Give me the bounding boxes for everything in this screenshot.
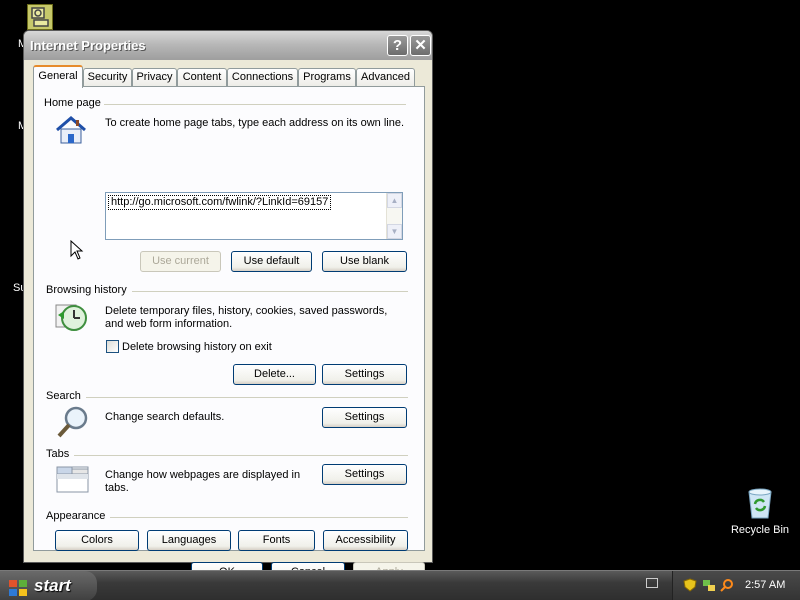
dialog-title: Internet Properties [30,38,146,53]
tab-content[interactable]: Content [177,68,227,87]
tab-connections[interactable]: Connections [227,68,298,87]
security-shield-icon[interactable] [683,578,697,592]
home-page-description: To create home page tabs, type each addr… [105,117,405,129]
close-button[interactable]: ✕ [410,35,431,56]
home-icon [54,115,88,148]
start-button[interactable]: start [0,571,97,600]
search-settings-button[interactable]: Settings [322,407,407,428]
recycle-bin-desktop-icon[interactable]: Recycle Bin [728,486,792,536]
search-description: Change search defaults. [105,411,225,423]
tab-privacy[interactable]: Privacy [132,68,177,87]
search-group-label: Search [46,390,81,402]
delete-history-on-exit-checkbox[interactable] [106,340,119,353]
title-bar[interactable]: Internet Properties ? ✕ [24,31,432,60]
general-tab-panel: Home page To create home page tabs, type… [33,86,425,551]
languages-button[interactable]: Languages [147,530,231,551]
scroll-up-icon[interactable]: ▲ [387,193,402,208]
network-tray-icon[interactable] [702,578,716,592]
tabs-description-line1: Change how webpages are displayed in [105,469,301,481]
home-page-url-value: http://go.microsoft.com/fwlink/?LinkId=6… [107,195,332,210]
magnifier-icon [56,405,90,442]
tab-programs[interactable]: Programs [298,68,356,87]
fonts-button[interactable]: Fonts [238,530,315,551]
recycle-bin-icon [745,486,775,520]
start-label: start [34,576,71,595]
delete-history-button[interactable]: Delete... [233,364,316,385]
tab-advanced[interactable]: Advanced [356,68,415,87]
search-tray-icon[interactable] [720,578,734,592]
recycle-bin-label: Recycle Bin [730,524,790,536]
scroll-down-icon[interactable]: ▼ [387,224,402,239]
tabs-group-label: Tabs [46,448,70,460]
history-settings-button[interactable]: Settings [322,364,407,385]
browsing-history-description-line1: Delete temporary files, history, cookies… [105,305,388,317]
colors-button[interactable]: Colors [55,530,139,551]
help-button[interactable]: ? [387,35,408,56]
keyboard-icon[interactable] [646,578,658,588]
home-page-group-label: Home page [44,97,101,109]
dialog-client-area: General Security Privacy Content Connect… [27,60,429,583]
use-current-button[interactable]: Use current [140,251,221,272]
mouse-cursor-icon [70,239,84,263]
history-clock-icon [54,301,88,336]
use-default-button[interactable]: Use default [231,251,312,272]
tab-general[interactable]: General [33,65,83,88]
windows-flag-icon [8,577,28,596]
accessibility-button[interactable]: Accessibility [323,530,408,551]
network-icon [27,4,53,30]
delete-history-on-exit-label[interactable]: Delete browsing history on exit [122,341,272,354]
home-page-url-textarea[interactable]: http://go.microsoft.com/fwlink/?LinkId=6… [105,192,403,240]
use-blank-button[interactable]: Use blank [322,251,407,272]
tabs-window-icon [56,464,90,497]
group-divider [110,517,408,518]
browsing-history-group-label: Browsing history [46,284,127,296]
tabs-description-line2: tabs. [105,482,129,494]
group-divider [86,397,408,398]
browsing-history-description-line2: and web form information. [105,318,233,330]
group-divider [74,455,408,456]
tabs-settings-button[interactable]: Settings [322,464,407,485]
taskbar: start 2:57 AM [0,570,800,600]
url-scrollbar[interactable]: ▲ ▼ [386,193,402,239]
appearance-group-label: Appearance [46,510,106,522]
internet-properties-dialog: Internet Properties ? ✕ General Security… [23,30,433,583]
group-divider [104,104,406,105]
tab-security[interactable]: Security [83,68,132,87]
system-tray: 2:57 AM [672,571,800,600]
group-divider [132,291,408,292]
clock[interactable]: 2:57 AM [745,579,785,591]
